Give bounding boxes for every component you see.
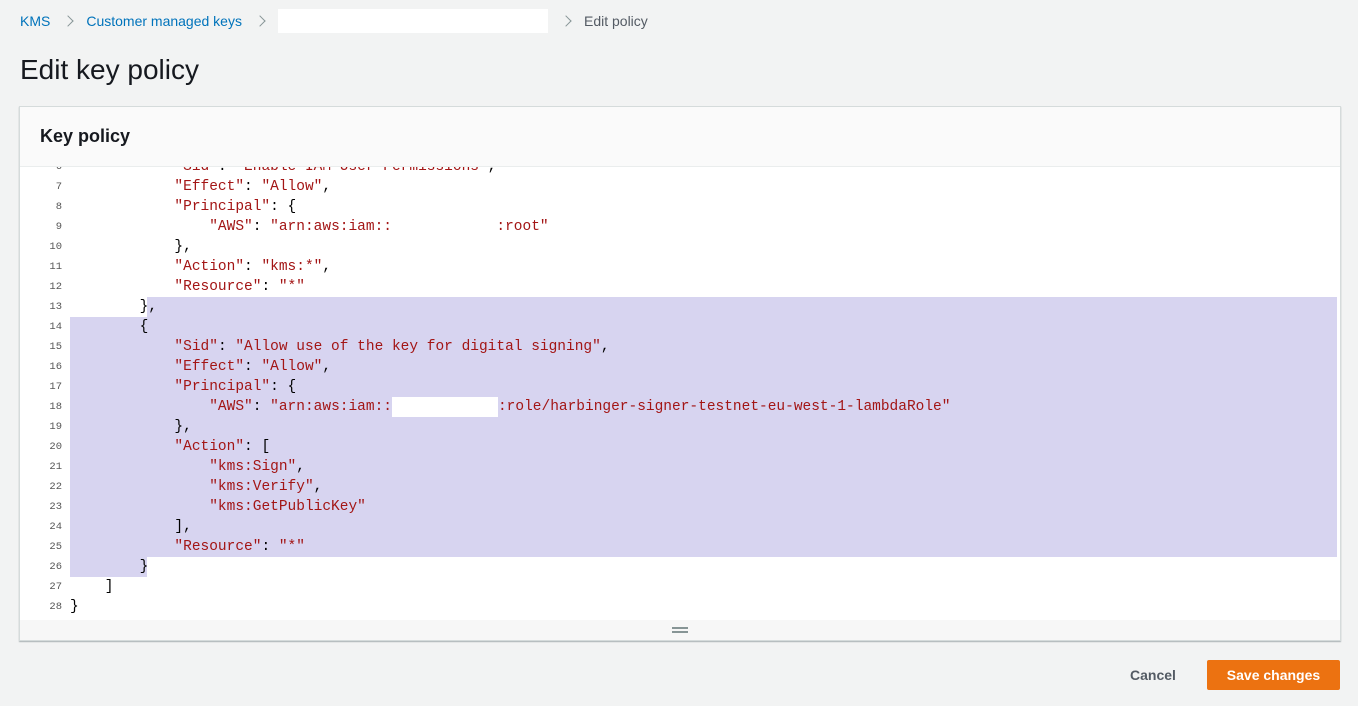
chevron-right-icon [560, 15, 572, 27]
line-number: 11 [49, 261, 62, 273]
panel-title: Key policy [40, 126, 131, 146]
code-line: 23 "kms:GetPublicKey" [20, 497, 1340, 517]
panel-header: Key policy [20, 107, 1340, 167]
code-text: "AWS": "arn:aws:iam:::role/harbinger-sig… [209, 397, 951, 417]
line-number: 16 [49, 361, 62, 373]
code-line: 9 "AWS": "arn:aws:iam:: :root" [20, 217, 1340, 237]
code-line: 22 "kms:Verify", [20, 477, 1340, 497]
code-text: "kms:GetPublicKey" [209, 499, 366, 515]
line-number: 21 [49, 461, 62, 473]
line-number: 12 [49, 281, 62, 293]
code-line: 20 "Action": [ [20, 437, 1340, 457]
line-number: 8 [55, 201, 62, 213]
code-text: "Sid": "Allow use of the key for digital… [174, 339, 610, 355]
code-text: "Resource": "*" [174, 539, 305, 555]
code-line: 15 "Sid": "Allow use of the key for digi… [20, 337, 1340, 357]
code-text: }, [70, 419, 192, 435]
chevron-right-icon [62, 15, 75, 27]
code-line: 8 "Principal": { [20, 197, 1340, 217]
line-number: 19 [49, 421, 62, 433]
code-text: "Action": "kms:*", [174, 259, 332, 275]
code-line: 25 "Resource": "*" [20, 537, 1340, 557]
breadcrumb: KMS Customer managed keys Edit policy [20, 9, 648, 33]
line-number: 28 [49, 601, 62, 613]
line-number: 17 [49, 381, 62, 393]
code-text: "Resource": "*" [174, 279, 305, 295]
key-policy-panel: Key policy 6 "Sid": "Enable IAM User Per… [19, 106, 1341, 641]
code-text: } [70, 599, 79, 615]
line-number: 27 [49, 581, 62, 593]
code-line: 18 "AWS": "arn:aws:iam:::role/harbinger-… [20, 397, 1340, 417]
policy-code-editor[interactable]: 6 "Sid": "Enable IAM User Permissions", 7… [20, 167, 1340, 622]
line-number: 22 [49, 481, 62, 493]
line-number: 6 [55, 167, 62, 173]
code-line: 7 "Effect": "Allow", [20, 177, 1340, 197]
code-text: { [70, 319, 149, 335]
code-line: 16 "Effect": "Allow", [20, 357, 1340, 377]
code-line: 26 } [20, 557, 1340, 577]
line-number: 9 [55, 221, 62, 233]
breadcrumb-customer-managed-keys-link[interactable]: Customer managed keys [86, 13, 242, 29]
code-line: 10 }, [20, 237, 1340, 257]
line-number: 10 [49, 241, 62, 253]
code-text: ] [70, 579, 114, 595]
line-number: 15 [49, 341, 62, 353]
line-number: 7 [55, 181, 62, 193]
line-number: 18 [49, 401, 62, 413]
code-line: 21 "kms:Sign", [20, 457, 1340, 477]
code-text: "Sid": "Enable IAM User Permissions", [174, 167, 497, 175]
save-changes-button[interactable]: Save changes [1207, 660, 1340, 690]
grip-icon [672, 627, 688, 633]
code-text: "Effect": "Allow", [174, 179, 332, 195]
code-text: }, [70, 299, 158, 315]
breadcrumb-kms-link[interactable]: KMS [20, 13, 50, 29]
code-text: "Action": [ [174, 439, 271, 455]
code-line: 17 "Principal": { [20, 377, 1340, 397]
code-line: 6 "Sid": "Enable IAM User Permissions", [20, 167, 1340, 177]
line-number: 23 [49, 501, 62, 513]
breadcrumb-current: Edit policy [583, 13, 648, 29]
code-text: "kms:Verify", [209, 479, 323, 495]
line-number: 14 [49, 321, 62, 333]
line-number: 24 [49, 521, 62, 533]
code-line: 11 "Action": "kms:*", [20, 257, 1340, 277]
editor-resize-handle[interactable] [20, 620, 1340, 640]
page-title: Edit key policy [20, 54, 199, 85]
code-line: 24 ], [20, 517, 1340, 537]
code-text: "Principal": { [174, 199, 297, 215]
code-text: "Principal": { [174, 379, 297, 395]
breadcrumb-redacted-key [277, 9, 548, 33]
code-text: "kms:Sign", [209, 459, 305, 475]
code-line: 19 }, [20, 417, 1340, 437]
line-number: 25 [49, 541, 62, 553]
code-text: ], [70, 519, 192, 535]
code-text: "Effect": "Allow", [174, 359, 332, 375]
line-number: 26 [49, 561, 62, 573]
code-text: } [70, 559, 149, 575]
chevron-right-icon [254, 15, 266, 27]
code-text: "AWS": "arn:aws:iam:: :root" [209, 219, 549, 235]
code-line: 13 }, [20, 297, 1340, 317]
code-line: 28} [20, 597, 1340, 617]
line-number: 20 [49, 441, 62, 453]
cancel-button[interactable]: Cancel [1110, 660, 1196, 690]
code-text: }, [70, 239, 192, 255]
code-line: 14 { [20, 317, 1340, 337]
line-number: 13 [49, 301, 62, 313]
code-line: 27 ] [20, 577, 1340, 597]
code-line: 12 "Resource": "*" [20, 277, 1340, 297]
